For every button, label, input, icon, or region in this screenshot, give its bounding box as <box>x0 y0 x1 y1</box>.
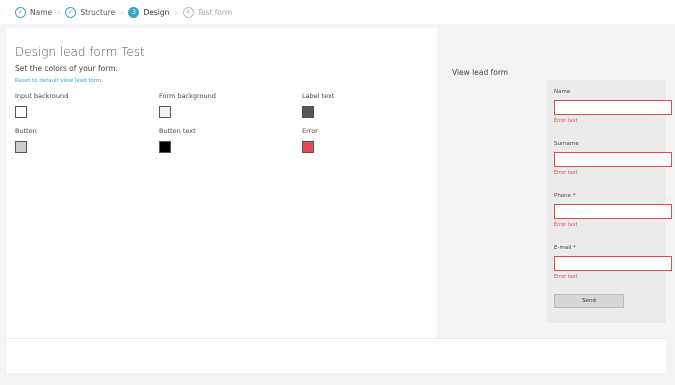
page-title: Design lead form Test <box>15 45 145 59</box>
design-settings: Design lead form Test Set the colors of … <box>7 28 437 338</box>
color-label: Button <box>15 127 37 135</box>
form-field-phone: Phone * Error text <box>554 193 672 228</box>
error-text: Error text <box>554 222 578 228</box>
color-label: Error <box>302 127 318 135</box>
name-input[interactable] <box>554 100 672 115</box>
color-swatch[interactable] <box>159 106 171 118</box>
color-setting-error: Error <box>302 127 318 153</box>
error-text: Error text <box>554 118 578 124</box>
color-swatch[interactable] <box>159 141 171 153</box>
send-button[interactable]: Send <box>554 294 624 308</box>
check-icon: ✓ <box>65 6 77 18</box>
step-test-form[interactable]: 4 Test form <box>182 6 233 18</box>
step-design[interactable]: 3 Design <box>128 6 170 18</box>
step-label: Design <box>143 7 170 17</box>
step-label: Test form <box>197 7 233 17</box>
form-field-email: E-mail * Error text <box>554 245 672 280</box>
field-label: E-mail * <box>554 245 576 251</box>
color-swatch[interactable] <box>15 141 27 153</box>
form-field-name: Name Error text <box>554 89 672 124</box>
error-text: Error text <box>554 274 578 280</box>
chevron-right-icon: › <box>120 7 124 17</box>
phone-input[interactable] <box>554 204 672 219</box>
field-label: Surname <box>554 141 579 147</box>
wizard-stepper: ✓ Name › ✓ Structure › 3 Design › 4 Test… <box>0 0 675 24</box>
color-setting-label-text: Label text <box>302 92 334 118</box>
error-text: Error text <box>554 170 578 176</box>
field-label: Phone * <box>554 193 576 199</box>
field-label: Name <box>554 89 571 95</box>
step-structure[interactable]: ✓ Structure <box>65 6 116 18</box>
form-field-surname: Surname Error text <box>554 141 672 176</box>
email-input[interactable] <box>554 256 672 271</box>
color-label: Input backround <box>15 92 69 100</box>
color-swatch[interactable] <box>302 141 314 153</box>
chevron-right-icon: › <box>57 7 61 17</box>
color-label: Button text <box>159 127 196 135</box>
step-number: 3 <box>128 6 140 18</box>
step-label: Structure <box>80 7 116 17</box>
page-subtitle: Set the colors of your form. <box>15 64 118 73</box>
step-name[interactable]: ✓ Name <box>15 6 53 18</box>
step-number: 4 <box>182 6 194 18</box>
color-label: Label text <box>302 92 335 100</box>
color-setting-button-text: Button text <box>159 127 196 153</box>
preview-panel: View lead form Name Error text Surname E… <box>437 28 672 338</box>
check-icon: ✓ <box>15 6 26 18</box>
surname-input[interactable] <box>554 152 672 167</box>
preview-title: View lead form <box>452 68 509 77</box>
chevron-right-icon: › <box>174 7 178 17</box>
color-setting-input-background: Input backround <box>15 92 68 118</box>
color-swatch[interactable] <box>302 106 314 118</box>
step-label: Name <box>30 7 53 17</box>
divider <box>7 338 666 339</box>
color-swatch[interactable] <box>15 106 27 118</box>
reset-default-link[interactable]: Reset to default view lead form. <box>15 78 103 84</box>
lead-form-preview: Name Error text Surname Error text Phone… <box>547 80 672 323</box>
color-setting-button: Button <box>15 127 37 153</box>
main-panel: Design lead form Test Set the colors of … <box>7 28 672 373</box>
color-setting-form-background: Form background <box>159 92 216 118</box>
color-label: Form background <box>159 92 216 100</box>
